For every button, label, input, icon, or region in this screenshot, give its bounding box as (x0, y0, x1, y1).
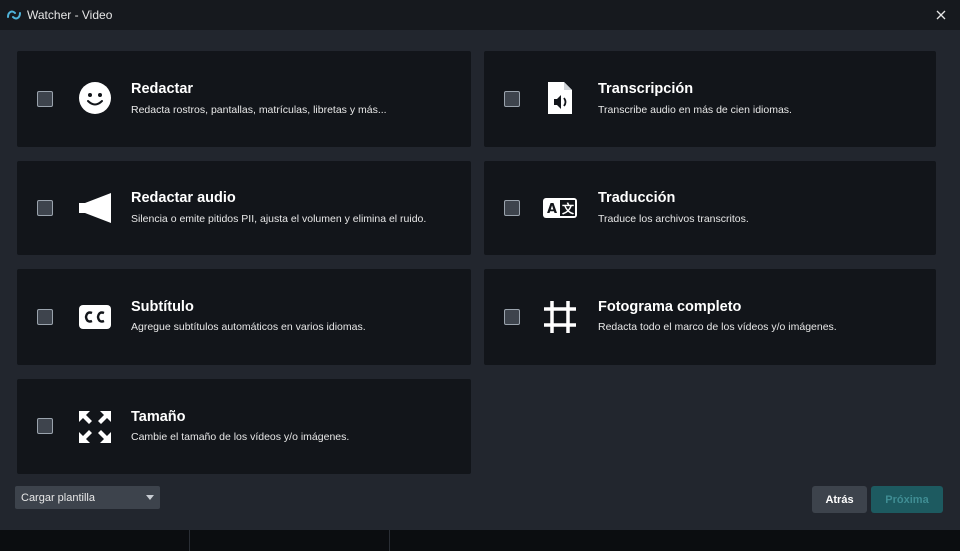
card-title: Redactar audio (131, 190, 236, 206)
audio-file-icon (540, 78, 580, 118)
option-card-transcripcion[interactable]: Transcripción Transcribe audio en más de… (484, 51, 936, 147)
card-description: Transcribe audio en más de cien idiomas. (598, 104, 792, 116)
option-card-redactar-audio[interactable]: Redactar audio Silencia o emite pitidos … (17, 161, 471, 255)
checkbox-redactar[interactable] (37, 91, 53, 107)
next-button[interactable]: Próxima (871, 486, 943, 513)
status-segment (190, 530, 390, 551)
crop-frame-icon (540, 297, 580, 337)
card-description: Traduce los archivos transcritos. (598, 213, 749, 225)
status-segment (0, 530, 190, 551)
card-title: Fotograma completo (598, 299, 742, 315)
checkbox-fotograma-completo[interactable] (504, 309, 520, 325)
chevron-down-icon (146, 495, 154, 500)
checkbox-subtitulo[interactable] (37, 309, 53, 325)
checkbox-redactar-audio[interactable] (37, 200, 53, 216)
card-description: Agregue subtítulos automáticos en varios… (131, 321, 366, 333)
closed-caption-icon (75, 297, 115, 337)
load-template-label: Cargar plantilla (21, 491, 95, 504)
card-description: Cambie el tamaño de los vídeos y/o imáge… (131, 431, 350, 443)
resize-arrows-icon (75, 407, 115, 447)
checkbox-transcripcion[interactable] (504, 91, 520, 107)
smiley-face-icon (75, 78, 115, 118)
option-card-subtitulo[interactable]: Subtítulo Agregue subtítulos automáticos… (17, 269, 471, 365)
svg-text:文: 文 (562, 201, 575, 216)
svg-text:A: A (547, 202, 557, 217)
option-card-redactar[interactable]: Redactar Redacta rostros, pantallas, mat… (17, 51, 471, 147)
card-description: Redacta todo el marco de los vídeos y/o … (598, 321, 837, 333)
checkbox-tamano[interactable] (37, 418, 53, 434)
option-card-traduccion[interactable]: A 文 Traducción Traduce los archivos tran… (484, 161, 936, 255)
card-description: Redacta rostros, pantallas, matrículas, … (131, 104, 387, 116)
card-title: Redactar (131, 81, 194, 97)
option-card-tamano[interactable]: Tamaño Cambie el tamaño de los vídeos y/… (17, 379, 471, 474)
title-bar: Watcher - Video (0, 0, 960, 30)
status-bar (0, 530, 960, 551)
card-title: Traducción (598, 190, 676, 206)
option-card-fotograma-completo[interactable]: Fotograma completo Redacta todo el marco… (484, 269, 936, 365)
window-title: Watcher - Video (27, 8, 113, 22)
back-button[interactable]: Atrás (812, 486, 867, 513)
checkbox-traduccion[interactable] (504, 200, 520, 216)
card-description: Silencia o emite pitidos PII, ajusta el … (131, 213, 427, 225)
app-logo-icon (6, 7, 22, 23)
load-template-select[interactable]: Cargar plantilla (15, 486, 160, 509)
close-icon[interactable] (932, 6, 950, 24)
card-title: Subtítulo (131, 299, 194, 315)
translate-icon: A 文 (540, 188, 580, 228)
speaker-icon (75, 188, 115, 228)
card-title: Tamaño (131, 409, 186, 425)
card-title: Transcripción (598, 81, 694, 97)
